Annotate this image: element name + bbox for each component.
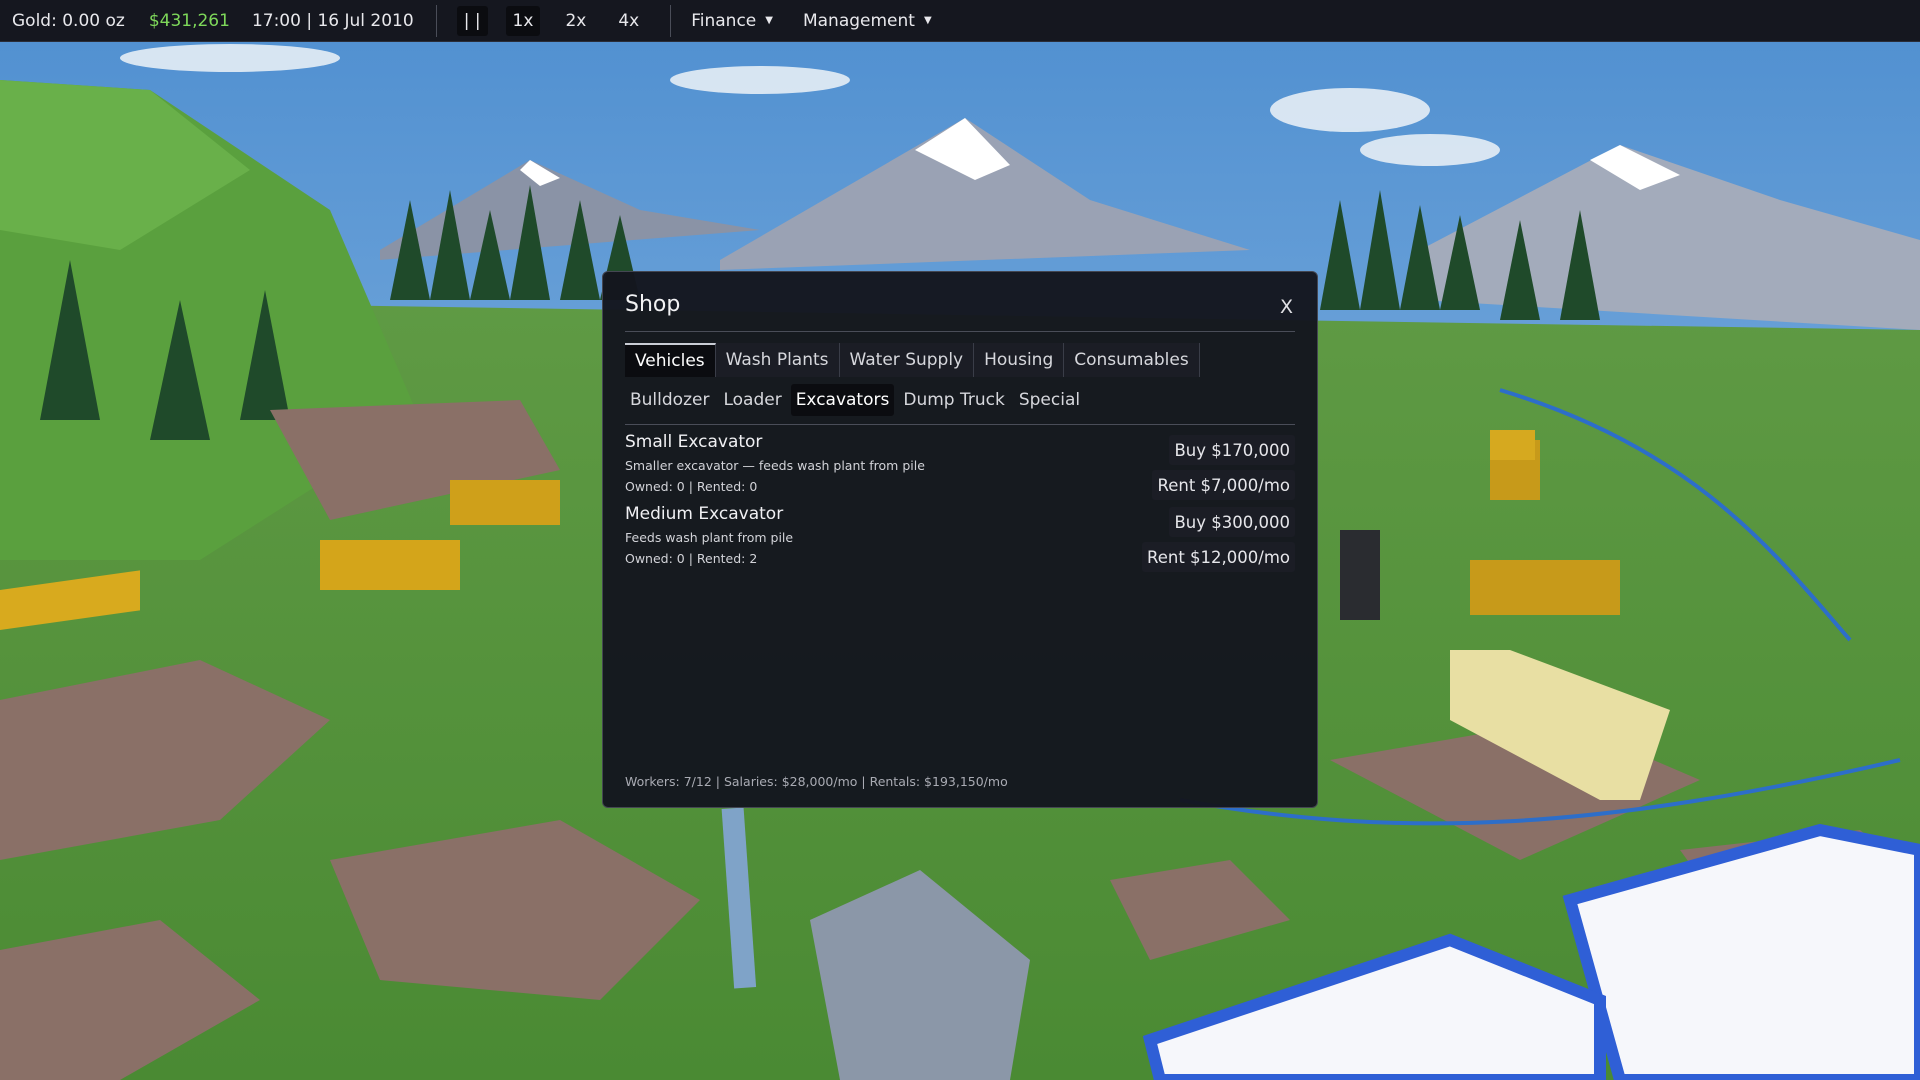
subtab-loader[interactable]: Loader [718, 384, 786, 416]
product-ownership: Owned: 0 | Rented: 0 [625, 479, 758, 494]
subtab-excavators[interactable]: Excavators [790, 384, 895, 416]
rent-button[interactable]: Rent $7,000/mo [1152, 470, 1295, 500]
divider [625, 424, 1295, 425]
shop-panel: Shop X Vehicles Wash Plants Water Supply… [602, 271, 1318, 808]
tab-water-supply[interactable]: Water Supply [839, 343, 975, 377]
divider [435, 4, 437, 37]
product-description: Feeds wash plant from pile [625, 530, 794, 545]
shop-title: Shop [625, 292, 681, 317]
close-button[interactable]: X [1280, 296, 1293, 318]
product-name: Small Excavator [625, 432, 763, 452]
product-ownership: Owned: 0 | Rented: 2 [625, 551, 758, 566]
rent-button[interactable]: Rent $12,000/mo [1141, 542, 1295, 572]
pause-button[interactable]: | | [456, 5, 488, 36]
finance-menu[interactable]: Finance ▼ [691, 11, 773, 31]
workforce-summary: Workers: 7/12 | Salaries: $28,000/mo | R… [625, 774, 1008, 789]
tab-housing[interactable]: Housing [974, 343, 1065, 377]
product-name: Medium Excavator [625, 504, 784, 524]
subtab-bulldozer[interactable]: Bulldozer [625, 384, 714, 416]
buy-button[interactable]: Buy $300,000 [1169, 507, 1295, 537]
management-menu[interactable]: Management ▼ [803, 11, 932, 31]
speed-2x-button[interactable]: 2x [558, 6, 593, 36]
speed-4x-button[interactable]: 4x [611, 6, 646, 36]
divider [625, 331, 1295, 332]
subtab-special[interactable]: Special [1014, 384, 1085, 416]
tab-consumables[interactable]: Consumables [1064, 343, 1200, 377]
management-menu-label: Management [802, 10, 915, 31]
subtab-dump-truck[interactable]: Dump Truck [898, 384, 1009, 416]
category-tabs: Vehicles Wash Plants Water Supply Housin… [625, 343, 1200, 377]
product-item: Small Excavator Smaller excavator — feed… [625, 432, 1295, 500]
product-description: Smaller excavator — feeds wash plant fro… [625, 458, 925, 473]
gold-amount: Gold: 0.00 oz [12, 10, 125, 31]
caret-down-icon: ▼ [923, 15, 932, 26]
buy-button[interactable]: Buy $170,000 [1169, 435, 1295, 465]
top-status-bar: Gold: 0.00 oz $431,261 17:00 | 16 Jul 20… [0, 0, 1920, 42]
game-date-time: 17:00 | 16 Jul 2010 [251, 10, 414, 31]
product-item: Medium Excavator Feeds wash plant from p… [625, 504, 1295, 572]
tab-wash-plants[interactable]: Wash Plants [715, 343, 840, 377]
finance-menu-label: Finance [691, 10, 757, 31]
speed-1x-button[interactable]: 1x [505, 5, 541, 36]
money-balance: $431,261 [148, 10, 230, 31]
caret-down-icon: ▼ [765, 15, 773, 26]
tab-vehicles[interactable]: Vehicles [625, 343, 716, 377]
divider [670, 4, 672, 37]
vehicle-subtabs: Bulldozer Loader Excavators Dump Truck S… [625, 384, 1089, 416]
